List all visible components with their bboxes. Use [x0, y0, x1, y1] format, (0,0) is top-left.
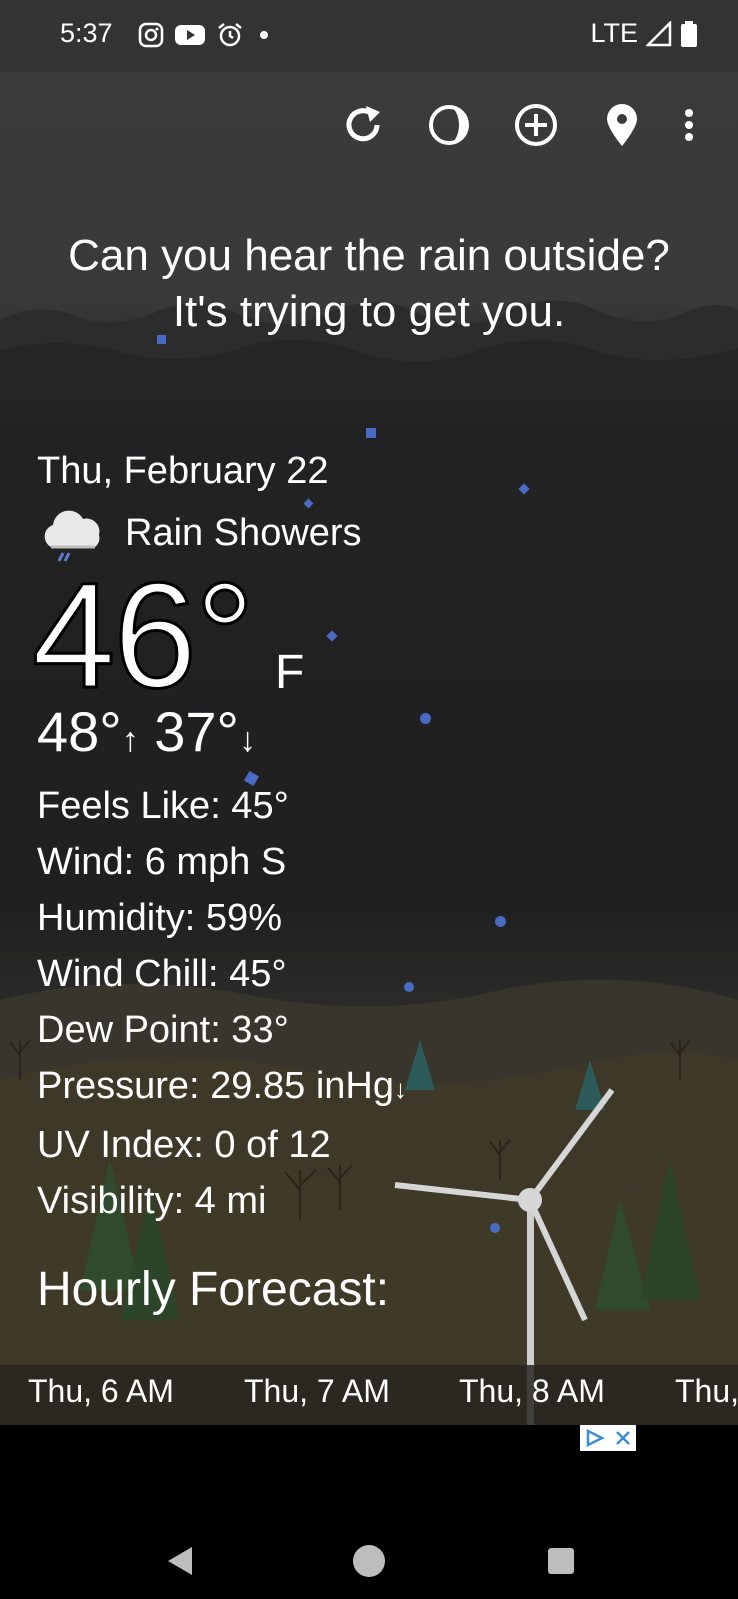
hour-item[interactable]: Thu, 8 AM: [459, 1373, 605, 1410]
quote-line-2: It's trying to get you.: [172, 287, 566, 336]
temperature-unit: F: [275, 646, 305, 699]
down-arrow-icon: ↓: [238, 721, 256, 759]
ad-banner[interactable]: [0, 1425, 738, 1523]
dew-point: Dew Point: 33°: [37, 1009, 289, 1051]
add-location-button[interactable]: [511, 100, 561, 150]
hour-item[interactable]: Thu, 6 AM: [28, 1373, 174, 1410]
pressure: Pressure: 29.85 inHg: [37, 1065, 394, 1107]
notification-icons: [138, 21, 274, 49]
weather-quote: Can you hear the rain outside? It's tryi…: [30, 228, 708, 340]
toolbar: [0, 90, 738, 160]
status-time: 5:37: [60, 18, 113, 48]
youtube-icon: [175, 25, 205, 45]
rain-drop: [420, 713, 431, 724]
battery-icon: [681, 20, 697, 47]
more-options-icon: [685, 109, 693, 141]
wind-chill: Wind Chill: 45°: [37, 953, 287, 995]
recents-icon: [548, 1548, 574, 1574]
signal-icon: [646, 20, 672, 46]
visibility: Visibility: 4 mi: [37, 1180, 267, 1222]
weather-details: Feels Like: 45° Wind: 6 mph S Humidity: …: [37, 778, 407, 1229]
more-options-button[interactable]: [674, 100, 704, 150]
rain-drop: [495, 916, 506, 927]
current-temperature: 46°: [31, 551, 257, 719]
hourly-forecast-title: Hourly Forecast:: [37, 1263, 390, 1316]
add-location-icon: [515, 104, 557, 146]
pressure-falling-icon: ↓: [393, 1074, 407, 1104]
rain-drop: [490, 1223, 500, 1233]
location-button[interactable]: [597, 100, 647, 150]
back-icon: [168, 1547, 192, 1575]
ad-choices[interactable]: [580, 1425, 636, 1451]
status-bar: 5:37 LTE: [0, 0, 738, 72]
hour-item[interactable]: Thu,: [675, 1373, 738, 1410]
home-icon: [353, 1545, 385, 1577]
recents-button[interactable]: [537, 1537, 585, 1585]
back-button[interactable]: [156, 1537, 204, 1585]
up-arrow-icon: ↑: [121, 721, 139, 759]
low-temp: 37°: [154, 700, 239, 763]
current-date: Thu, February 22: [37, 450, 329, 492]
wind: Wind: 6 mph S: [37, 841, 287, 883]
moon-phase-icon: [429, 105, 469, 145]
rain-drop: [326, 630, 338, 642]
high-low: 48°↑ 37°↓: [37, 700, 256, 772]
moon-phase-button[interactable]: [424, 100, 474, 150]
close-icon: [615, 1431, 630, 1445]
network-type: LTE: [590, 18, 638, 48]
high-temp: 48°: [37, 700, 122, 763]
refresh-icon: [346, 106, 380, 142]
instagram-icon: [138, 22, 164, 48]
home-button[interactable]: [345, 1537, 393, 1585]
location-pin-icon: [607, 104, 637, 146]
humidity: Humidity: 59%: [37, 897, 282, 939]
uv-index: UV Index: 0 of 12: [37, 1124, 331, 1166]
feels-like: Feels Like: 45°: [37, 785, 289, 827]
navigation-bar: [0, 1523, 738, 1599]
hour-item[interactable]: Thu, 7 AM: [244, 1373, 390, 1410]
hourly-forecast-strip[interactable]: Thu, 6 AM Thu, 7 AM Thu, 8 AM Thu,: [0, 1365, 738, 1425]
rain-drop: [518, 483, 530, 495]
alarm-icon: [218, 23, 242, 47]
rain-drop: [366, 428, 376, 438]
dot-icon: [260, 31, 268, 39]
quote-line-1: Can you hear the rain outside?: [68, 231, 670, 280]
system-status: LTE: [590, 18, 698, 49]
pressure-row: Pressure: 29.85 inHg↓: [37, 1058, 407, 1117]
refresh-button[interactable]: [338, 100, 388, 150]
ad-choices-icon: [586, 1428, 605, 1448]
